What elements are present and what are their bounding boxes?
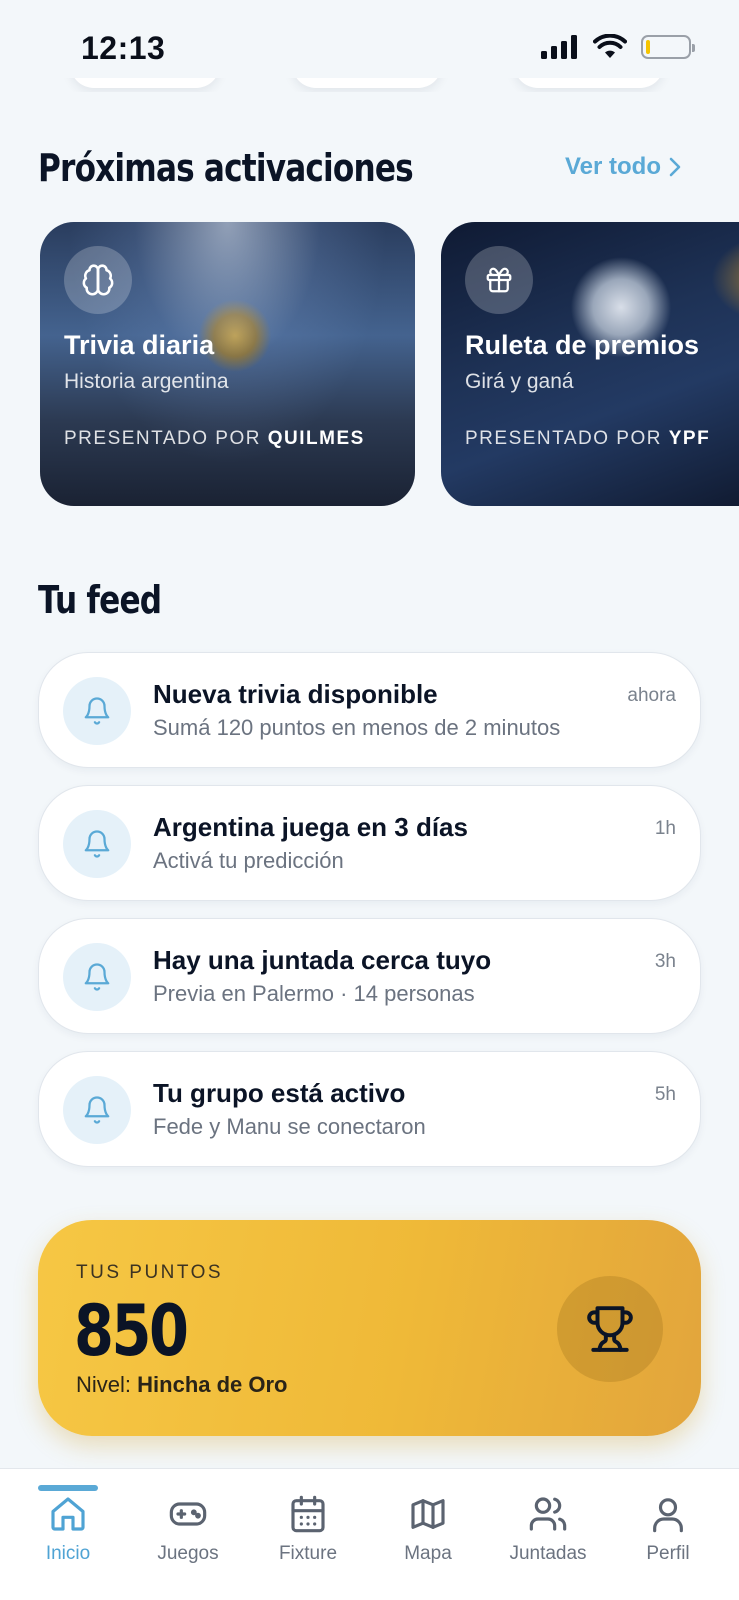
activation-card-trivia[interactable]: Trivia diaria Historia argentina PRESENT…: [40, 222, 415, 506]
bell-icon: [63, 810, 131, 878]
activation-sponsor: PRESENTADO POR QUILMES: [64, 428, 365, 450]
feed-item-title: Nueva trivia disponible: [153, 679, 438, 709]
tab-label: Perfil: [646, 1543, 690, 1564]
feed-item-subtitle: Fede y Manu se conectaron: [153, 1114, 426, 1139]
sponsor-prefix: PRESENTADO POR: [465, 428, 662, 449]
feed-item[interactable]: Argentina juega en 3 días Activá tu pred…: [38, 785, 701, 901]
previous-section-edge: [0, 78, 739, 92]
see-all-label: Ver todo: [564, 153, 661, 180]
status-bar: 12:13: [0, 0, 739, 90]
activation-card-ruleta[interactable]: Ruleta de premios Girá y ganá PRESENTADO…: [441, 222, 739, 506]
calendar-icon: [287, 1493, 329, 1535]
points-card[interactable]: TUS PUNTOS 850 Nivel: Hincha de Oro: [38, 1220, 701, 1436]
activation-title: Trivia diaria: [64, 330, 215, 360]
feed-item[interactable]: Tu grupo está activo Fede y Manu se cone…: [38, 1051, 701, 1167]
tab-mapa[interactable]: Mapa: [368, 1469, 488, 1600]
feed-item-subtitle: Previa en Palermo · 14 personas: [153, 981, 475, 1006]
wifi-icon: [593, 34, 627, 58]
home-icon: [47, 1493, 89, 1535]
level-prefix: Nivel:: [76, 1372, 132, 1397]
tab-juntadas[interactable]: Juntadas: [488, 1469, 608, 1600]
sponsor-name: YPF: [668, 428, 711, 449]
users-icon: [527, 1493, 569, 1535]
points-label: TUS PUNTOS: [76, 1262, 224, 1283]
signal-icon: [541, 35, 577, 59]
status-time: 12:13: [81, 30, 166, 66]
activations-title: Próximas activaciones: [38, 146, 414, 190]
bell-icon: [63, 1076, 131, 1144]
bell-icon: [63, 677, 131, 745]
trophy-icon: [557, 1276, 663, 1382]
sponsor-prefix: PRESENTADO POR: [64, 428, 261, 449]
activation-sponsor: PRESENTADO POR YPF: [465, 428, 710, 450]
feed-item-title: Hay una juntada cerca tuyo: [153, 945, 492, 975]
gamepad-icon: [167, 1493, 209, 1535]
feed-item-time: ahora: [627, 685, 676, 706]
battery-icon: [641, 35, 695, 59]
map-icon: [407, 1493, 449, 1535]
bottom-tab-bar: Inicio Juegos Fixture Mapa Juntadas Perf…: [0, 1468, 739, 1600]
activation-title: Ruleta de premios: [465, 330, 700, 360]
tab-juegos[interactable]: Juegos: [128, 1469, 248, 1600]
see-all-link[interactable]: Ver todo: [565, 153, 681, 181]
level-name: Hincha de Oro: [137, 1372, 288, 1397]
tab-label: Mapa: [404, 1543, 452, 1564]
feed-item[interactable]: Nueva trivia disponible Sumá 120 puntos …: [38, 652, 701, 768]
points-value: 850: [74, 1290, 189, 1372]
tab-label: Inicio: [45, 1543, 91, 1564]
feed-item-time: 5h: [654, 1084, 676, 1105]
tab-perfil[interactable]: Perfil: [608, 1469, 728, 1600]
tab-label: Juegos: [157, 1543, 219, 1564]
points-level: Nivel: Hincha de Oro: [76, 1372, 288, 1398]
feed-item-title: Argentina juega en 3 días: [153, 812, 468, 842]
activation-subtitle: Historia argentina: [64, 370, 229, 393]
gift-icon: [465, 246, 533, 314]
tab-label: Fixture: [278, 1543, 338, 1564]
feed-item[interactable]: Hay una juntada cerca tuyo Previa en Pal…: [38, 918, 701, 1034]
tab-label: Juntadas: [509, 1543, 587, 1564]
brain-icon: [64, 246, 132, 314]
user-icon: [647, 1493, 689, 1535]
activation-subtitle: Girá y ganá: [465, 370, 574, 393]
feed-item-subtitle: Activá tu predicción: [153, 848, 344, 873]
chevron-right-icon: [669, 157, 681, 177]
feed-item-time: 1h: [654, 818, 676, 839]
tab-inicio[interactable]: Inicio: [8, 1469, 128, 1600]
status-icons: [541, 34, 695, 60]
feed-item-title: Tu grupo está activo: [153, 1078, 406, 1108]
feed-item-time: 3h: [654, 951, 676, 972]
sponsor-name: QUILMES: [267, 428, 365, 449]
feed-title: Tu feed: [38, 578, 162, 622]
tab-fixture[interactable]: Fixture: [248, 1469, 368, 1600]
feed-item-subtitle: Sumá 120 puntos en menos de 2 minutos: [153, 715, 561, 740]
bell-icon: [63, 943, 131, 1011]
activations-carousel[interactable]: Trivia diaria Historia argentina PRESENT…: [40, 222, 739, 506]
